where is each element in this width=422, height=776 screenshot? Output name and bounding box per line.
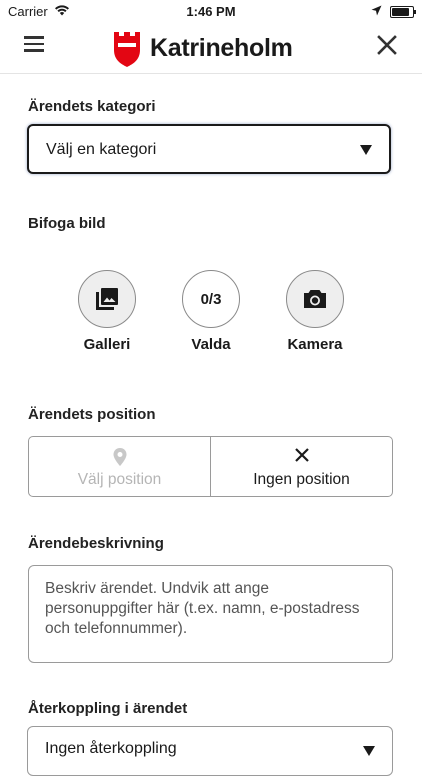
choose-position-button[interactable]: Välj position: [29, 437, 210, 496]
dropdown-arrow-icon: [360, 145, 372, 155]
logo-text: Katrineholm: [150, 33, 293, 62]
logo: Katrineholm: [112, 28, 293, 68]
camera-label: Kamera: [287, 336, 343, 353]
category-select-value: Välj en kategori: [46, 141, 157, 158]
close-button[interactable]: [376, 34, 398, 56]
camera-circle: [286, 270, 344, 328]
status-time: 1:46 PM: [186, 4, 236, 19]
status-right: [371, 4, 416, 19]
attach-image-label: Bifoga bild: [28, 215, 106, 232]
choose-position-label: Välj position: [77, 471, 162, 488]
selected-images-button[interactable]: 0/3 Valda: [180, 270, 242, 353]
category-select[interactable]: Välj en kategori: [27, 124, 391, 174]
selected-label: Valda: [191, 336, 231, 353]
no-position-label: Ingen position: [253, 471, 350, 488]
dropdown-arrow-icon: [363, 746, 375, 756]
menu-icon-line: [24, 36, 44, 39]
description-label: Ärendebeskrivning: [28, 535, 164, 552]
position-segmented-control: Välj position Ingen position: [28, 436, 393, 497]
navigation-bar: Katrineholm: [0, 22, 422, 74]
location-pin-icon: [29, 447, 210, 472]
category-label: Ärendets kategori: [28, 98, 156, 115]
camera-button[interactable]: Kamera: [284, 270, 346, 353]
no-position-button[interactable]: Ingen position: [210, 437, 392, 496]
position-label: Ärendets position: [28, 406, 156, 423]
menu-icon-line: [24, 42, 44, 45]
gallery-label: Galleri: [83, 336, 131, 353]
description-textarea[interactable]: [28, 565, 393, 663]
battery-icon: [390, 5, 416, 18]
gallery-circle: [78, 270, 136, 328]
gallery-icon: [96, 288, 118, 310]
location-arrow-icon: [371, 4, 382, 19]
close-icon: [377, 35, 397, 55]
selected-count: 0/3: [200, 290, 222, 308]
menu-button[interactable]: [24, 36, 44, 56]
feedback-label: Återkoppling i ärendet: [28, 700, 188, 717]
gallery-button[interactable]: Galleri: [76, 270, 138, 353]
status-bar: Carrier 1:46 PM: [0, 0, 422, 22]
feedback-select[interactable]: Ingen återkoppling: [27, 726, 393, 776]
menu-icon-line: [24, 49, 44, 52]
camera-icon: [304, 290, 326, 308]
close-icon: [211, 447, 392, 468]
selected-count-circle: 0/3: [182, 270, 240, 328]
crest-icon: [114, 32, 140, 67]
feedback-select-value: Ingen återkoppling: [45, 740, 177, 757]
